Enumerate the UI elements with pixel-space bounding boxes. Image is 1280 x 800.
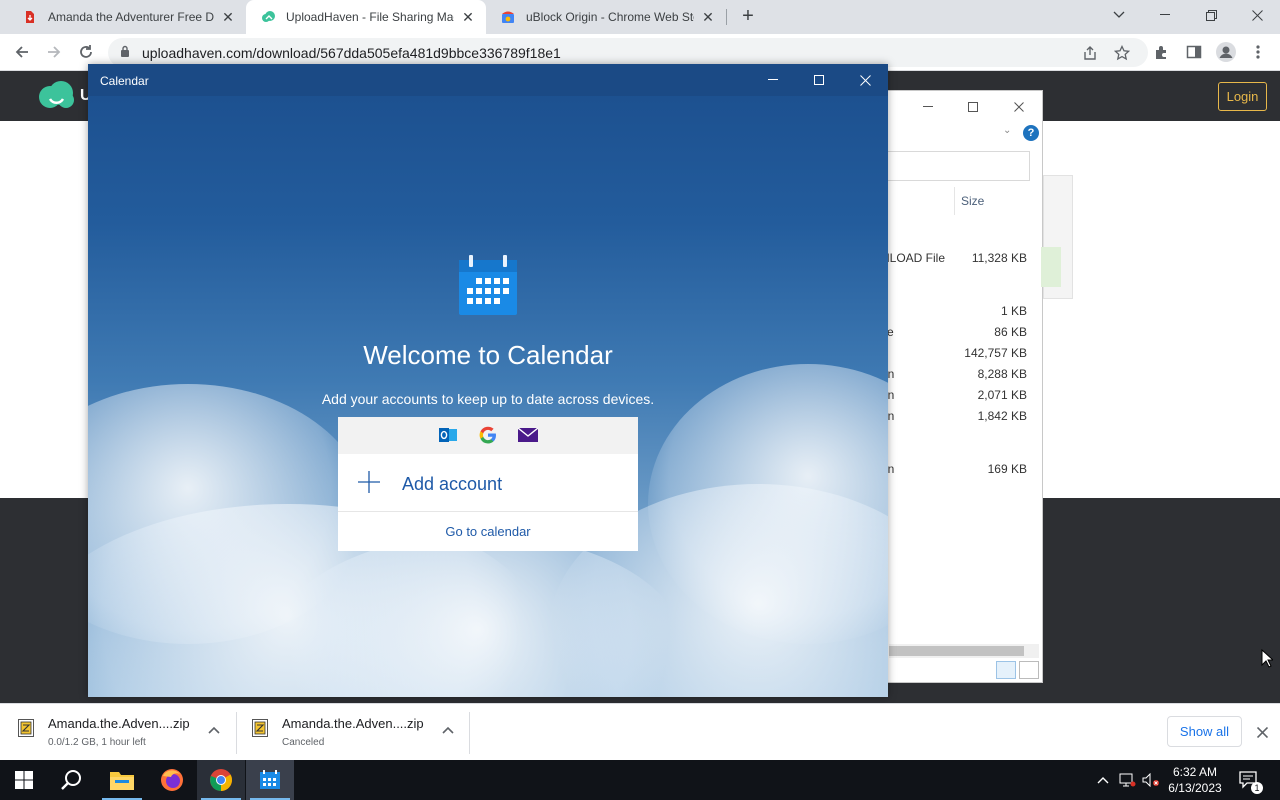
- chevron-up-icon[interactable]: [442, 722, 458, 738]
- chrome-menu-icon[interactable]: [1246, 40, 1270, 64]
- profile-avatar-icon[interactable]: [1214, 40, 1238, 64]
- tab-ublock[interactable]: uBlock Origin - Chrome Web Sto ✕: [486, 0, 726, 34]
- maximize-icon[interactable]: [796, 64, 842, 96]
- download-item[interactable]: Amanda.the.Adven....zip Canceled: [252, 712, 486, 754]
- mouse-cursor-icon: [1261, 648, 1275, 671]
- taskbar: 6:32 AM 6/13/2023 1: [0, 760, 1280, 800]
- tab-uploadhaven[interactable]: UploadHaven - File Sharing Mad ✕: [246, 0, 486, 34]
- minimize-icon[interactable]: [913, 95, 943, 119]
- chevron-up-icon[interactable]: [1092, 760, 1114, 800]
- extensions-puzzle-icon[interactable]: [1150, 40, 1174, 64]
- calendar-app-icon: [458, 254, 518, 319]
- welcome-heading: Welcome to Calendar: [363, 340, 613, 370]
- chrome-webstore-icon: [500, 9, 516, 25]
- close-tab-icon[interactable]: ✕: [220, 9, 236, 25]
- download-separator: [236, 712, 237, 754]
- red-download-icon: [22, 9, 38, 25]
- uploadhaven-cloud-icon: [260, 9, 276, 25]
- address-bar[interactable]: uploadhaven.com/download/567dda505efa481…: [108, 38, 1148, 67]
- download-filename: Amanda.the.Adven....zip: [282, 716, 424, 731]
- account-provider-icons: [338, 417, 638, 454]
- tab-title: UploadHaven - File Sharing Mad: [286, 10, 454, 24]
- share-icon[interactable]: [1080, 43, 1100, 63]
- tab-search-icon[interactable]: [1096, 0, 1142, 30]
- tab-title: uBlock Origin - Chrome Web Sto: [526, 10, 694, 24]
- calendar-window: Calendar Welcome to Calendar Add your ac…: [88, 64, 888, 697]
- notification-badge: 1: [1251, 782, 1263, 794]
- download-filename: Amanda.the.Adven....zip: [48, 716, 190, 731]
- notifications-icon[interactable]: 1: [1234, 760, 1264, 800]
- lock-icon[interactable]: [120, 45, 130, 61]
- go-to-calendar-link[interactable]: Go to calendar: [338, 513, 638, 551]
- zip-file-icon: [252, 719, 268, 737]
- close-window-icon[interactable]: [1234, 0, 1280, 30]
- download-item[interactable]: Amanda.the.Adven....zip 0.0/1.2 GB, 1 ho…: [18, 712, 252, 754]
- search-icon[interactable]: [48, 760, 96, 800]
- login-button[interactable]: Login: [1218, 82, 1267, 111]
- calendar-titlebar[interactable]: Calendar: [88, 64, 888, 96]
- google-icon: [478, 425, 498, 445]
- tab-strip: Amanda the Adventurer Free Do ✕ UploadHa…: [0, 0, 1280, 34]
- welcome-subtitle: Add your accounts to keep up to date acr…: [321, 391, 655, 407]
- network-icon[interactable]: [1116, 760, 1138, 800]
- download-status: Canceled: [282, 737, 325, 748]
- account-card: Add account Go to calendar: [338, 417, 638, 551]
- file-explorer-icon[interactable]: [98, 760, 146, 800]
- large-icons-view-icon[interactable]: [1019, 661, 1039, 679]
- add-account-button[interactable]: Add account: [338, 454, 638, 512]
- restore-icon[interactable]: [1188, 0, 1234, 30]
- details-view-icon[interactable]: [996, 661, 1016, 679]
- zip-file-icon: [18, 719, 34, 737]
- add-account-label: Add account: [402, 474, 503, 494]
- search-field[interactable]: [881, 151, 1030, 181]
- download-button-edge: [1041, 247, 1061, 287]
- taskbar-clock[interactable]: 6:32 AM 6/13/2023: [1164, 764, 1226, 796]
- mail-icon: [518, 425, 538, 445]
- volume-muted-icon[interactable]: [1140, 760, 1162, 800]
- bookmark-star-icon[interactable]: [1112, 43, 1132, 63]
- download-separator: [469, 712, 470, 754]
- window-title: Calendar: [100, 74, 149, 88]
- horizontal-scrollbar[interactable]: [889, 644, 1039, 658]
- tab-title: Amanda the Adventurer Free Do: [48, 10, 214, 24]
- chevron-up-icon[interactable]: [208, 722, 224, 738]
- uploadhaven-logo-icon[interactable]: [36, 79, 76, 114]
- maximize-icon[interactable]: [958, 95, 988, 119]
- help-icon[interactable]: ?: [1023, 125, 1039, 141]
- firefox-icon[interactable]: [148, 760, 196, 800]
- download-status: 0.0/1.2 GB, 1 hour left: [48, 737, 146, 748]
- url-text[interactable]: uploadhaven.com/download/567dda505efa481…: [142, 45, 561, 61]
- column-header-size[interactable]: Size: [961, 194, 984, 208]
- clock-date: 6/13/2023: [1168, 781, 1222, 795]
- plus-icon: [358, 471, 380, 496]
- downloads-bar: Amanda.the.Adven....zip 0.0/1.2 GB, 1 ho…: [0, 703, 1280, 760]
- outlook-icon: [438, 425, 458, 445]
- scrollbar-thumb[interactable]: [889, 646, 1024, 656]
- reload-icon[interactable]: [74, 40, 98, 64]
- windows-start-icon[interactable]: [0, 760, 48, 800]
- back-arrow-icon[interactable]: [10, 40, 34, 64]
- chevron-down-icon[interactable]: ⌄: [1003, 125, 1011, 136]
- tab-separator: [726, 9, 727, 25]
- tab-amanda[interactable]: Amanda the Adventurer Free Do ✕: [8, 0, 246, 34]
- chrome-icon[interactable]: [197, 760, 245, 800]
- close-tab-icon[interactable]: ✕: [700, 9, 716, 25]
- calendar-taskbar-icon[interactable]: [246, 760, 294, 800]
- side-panel-icon[interactable]: [1182, 40, 1206, 64]
- forward-arrow-icon[interactable]: [42, 40, 66, 64]
- minimize-icon[interactable]: [1142, 0, 1188, 30]
- close-tab-icon[interactable]: ✕: [460, 9, 476, 25]
- close-icon[interactable]: [1004, 95, 1034, 119]
- column-separator: [954, 187, 955, 215]
- new-tab-button[interactable]: +: [737, 5, 759, 27]
- close-icon[interactable]: [842, 64, 888, 96]
- clock-time: 6:32 AM: [1172, 765, 1218, 779]
- close-downloads-icon[interactable]: [1253, 723, 1271, 741]
- minimize-icon[interactable]: [750, 64, 796, 96]
- show-all-button[interactable]: Show all: [1167, 716, 1242, 747]
